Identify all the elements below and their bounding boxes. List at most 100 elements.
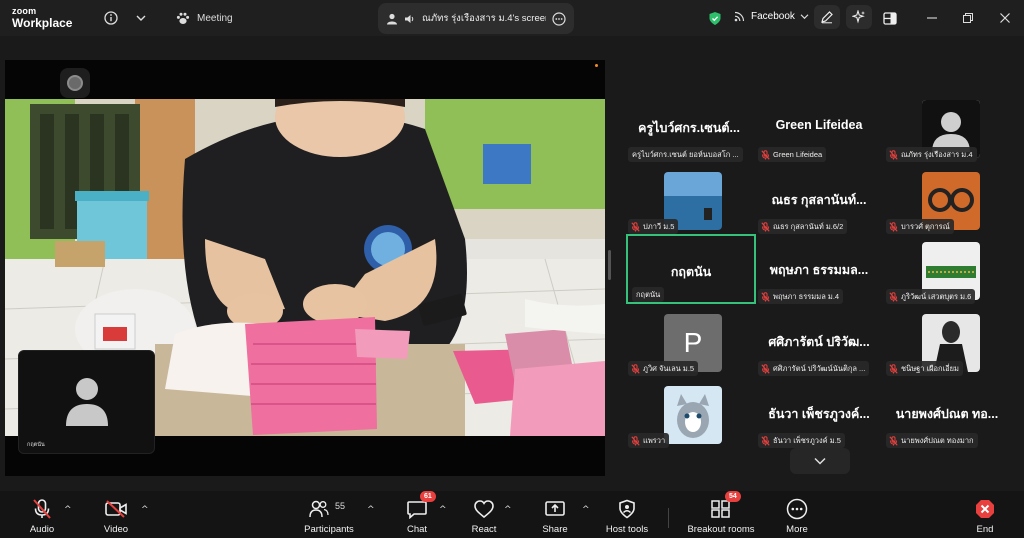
participant-name-label: ครูไบว์ศกร.เซนต์ ยอห์นบอสโก ... [628,147,743,162]
participant-display-name: ณธร กุสลานันท์... [771,193,867,207]
close-icon[interactable] [995,8,1015,28]
livestream-facebook-button[interactable]: Facebook [734,10,809,22]
participant-name-label: ภูริวัฒน์ เสวตบุตร ม.6 [886,289,976,304]
mic-muted-icon [761,149,770,160]
participant-name-label: แพรวา [628,433,670,448]
participant-display-name: นายพงศ์ปณต ทอ... [895,407,999,421]
panel-resize-handle[interactable] [608,250,611,280]
participant-name-label: Green Lifeidea [758,147,827,162]
gallery-next-page-button[interactable] [790,448,850,474]
participant-tile[interactable]: แพรวา [624,378,754,448]
participant-display-name: Green Lifeidea [775,118,863,132]
mic-muted-icon [889,363,898,374]
annotate-button[interactable] [814,5,840,29]
broadcast-icon [734,11,745,22]
meeting-tab[interactable]: Meeting [176,10,233,26]
self-view-tile[interactable]: กฤตนัน [18,350,155,454]
mic-muted-icon [631,221,640,232]
meeting-controls-bar: Audio ^ Video ^ 55 Participants ^ 61 Cha… [0,491,1024,538]
react-options-caret[interactable]: ^ [504,505,512,515]
meeting-info-icon[interactable] [101,8,121,28]
participant-tile[interactable]: พฤษภา ธรรมมล... พฤษภา ธรรมมล ม.4 [754,234,884,304]
participants-icon: 55 [304,497,354,521]
participant-name-label: ธันวา เพ็ชรภูวงค์ ม.5 [758,433,845,448]
restore-icon[interactable] [958,8,978,28]
participant-tile[interactable]: บารวศ์ ตุการณ์ [882,164,1012,234]
avatar-placeholder-icon [66,378,108,426]
participant-display-name: ครูไบว์ศกร.เซนต์... [638,121,740,135]
video-options-caret[interactable]: ^ [141,505,149,515]
paw-icon [176,12,190,24]
participants-count: 55 [335,501,346,511]
minimize-icon[interactable] [922,8,942,28]
audio-button[interactable]: Audio [2,497,82,535]
title-bar: zoom Workplace Meeting ณภัทร รุ่งเรืองสา… [0,0,1024,36]
chevron-down-icon [814,457,826,465]
audio-options-caret[interactable]: ^ [64,505,72,515]
screen-share-label: ณภัทร รุ่งเรืองสาร ม.4's screen [422,13,546,24]
chevron-down-icon[interactable] [131,8,151,28]
mic-muted-icon [631,435,640,446]
participant-tile[interactable]: P ภูวิศ จันเลน ม.5 [624,306,754,376]
heart-icon [473,497,495,521]
share-screen-icon [544,497,566,521]
person-icon [387,13,397,24]
participant-display-name: พฤษภา ธรรมมล... [769,263,869,277]
encryption-shield-icon[interactable] [705,8,725,28]
ai-companion-button[interactable] [846,5,872,29]
participant-tile[interactable]: ธันวา เพ็ชรภูวงค์... ธันวา เพ็ชรภูวงค์ ม.… [754,378,884,448]
participant-name-label: บารวศ์ ตุการณ์ [886,219,954,234]
participant-display-name: ศศิภารัตน์ ปริวัฒ... [768,335,870,349]
end-icon [974,497,996,521]
meeting-label: Meeting [197,12,233,24]
mic-muted-icon [761,221,770,232]
participant-display-name: กฤตนัน [670,265,712,279]
participant-tile[interactable]: ภูริวัฒน์ เสวตบุตร ม.6 [882,234,1012,304]
more-dots-icon [786,497,808,521]
screen-share-pill[interactable]: ณภัทร รุ่งเรืองสาร ม.4's screen [378,3,574,34]
participants-button[interactable]: 55 Participants [289,497,369,535]
mic-muted-icon [761,291,770,302]
participant-display-name: ธันวา เพ็ชรภูวงค์... [768,407,870,421]
chevron-down-icon [800,13,809,19]
participant-tile[interactable]: ชนิษฐา เผือกเอี่ยม [882,306,1012,376]
share-screen-button[interactable]: Share [515,497,595,535]
chat-icon: 61 [406,491,436,521]
more-options-icon[interactable] [552,11,566,26]
participant-tile[interactable]: ศศิภารัตน์ ปริวัฒ... ศศิภารัตน์ ปริวัฒน์น… [754,306,884,376]
sharing-indicator-dot [595,64,598,67]
participant-tile[interactable]: กฤตนัน กฤตนัน [626,234,756,304]
participant-name-label: ชนิษฐา เผือกเอี่ยม [886,361,964,376]
mic-muted-icon [31,497,53,521]
participants-options-caret[interactable]: ^ [367,505,375,515]
mic-muted-icon [761,363,770,374]
breakout-rooms-button[interactable]: 54 Breakout rooms [681,491,761,535]
participant-name-label: ปภาวี ม.5 [628,219,679,234]
sparkle-icon [852,10,865,24]
shield-icon [618,497,636,521]
participant-tile[interactable]: ณธร กุสลานันท์... ณธร กุสลานันท์ ม.6/2 [754,164,884,234]
react-button[interactable]: React [444,497,524,535]
more-button[interactable]: More [757,497,837,535]
participant-tile[interactable]: นายพงศ์ปณต ทอ... นายพงศ์ปณต ทองมาก [882,378,1012,448]
breakout-rooms-icon: 54 [710,491,741,521]
host-tools-button[interactable]: Host tools [587,497,667,535]
toolbar-divider [668,508,669,528]
participant-tile[interactable]: ปภาวี ม.5 [624,164,754,234]
view-layout-icon[interactable] [880,8,900,28]
participant-name-label: ณภัทร รุ่งเรืองสาร ม.4 [886,147,977,162]
mic-muted-icon [889,291,898,302]
chat-unread-badge: 61 [420,491,436,502]
participant-name-label: นายพงศ์ปณต ทองมาก [886,433,978,448]
video-off-icon [104,497,128,521]
recording-button[interactable] [60,68,90,98]
participant-tile[interactable]: ครูไบว์ศกร.เซนต์... ครูไบว์ศกร.เซนต์ ยอห์… [624,92,754,162]
mic-muted-icon [889,221,898,232]
participant-tile[interactable]: Green Lifeidea Green Lifeidea [754,92,884,162]
video-button[interactable]: Video [76,497,156,535]
end-meeting-button[interactable]: End [945,497,1024,535]
participant-tile[interactable]: ณภัทร รุ่งเรืองสาร ม.4 [882,92,1012,162]
pen-icon [821,11,833,24]
participant-name-label: ภูวิศ จันเลน ม.5 [628,361,699,376]
self-view-name: กฤตนัน [27,442,45,448]
